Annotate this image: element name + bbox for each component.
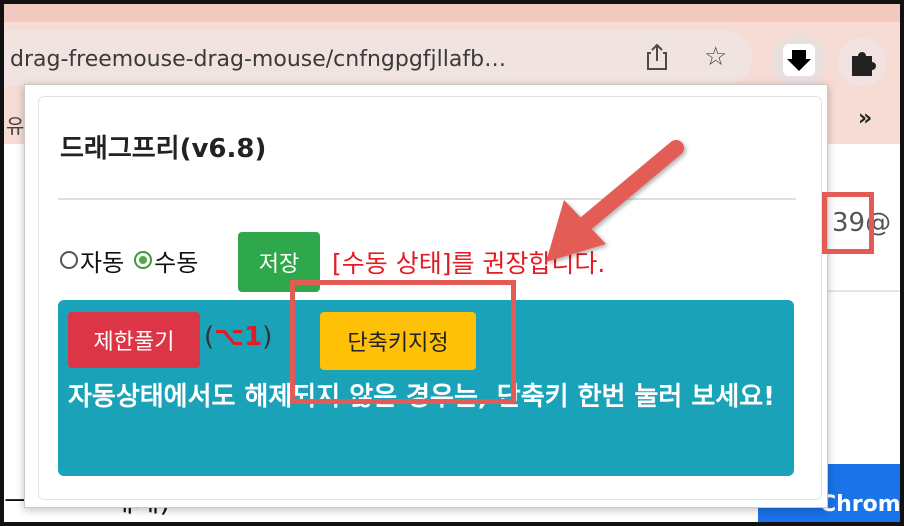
annotation-arrow xyxy=(546,140,684,262)
